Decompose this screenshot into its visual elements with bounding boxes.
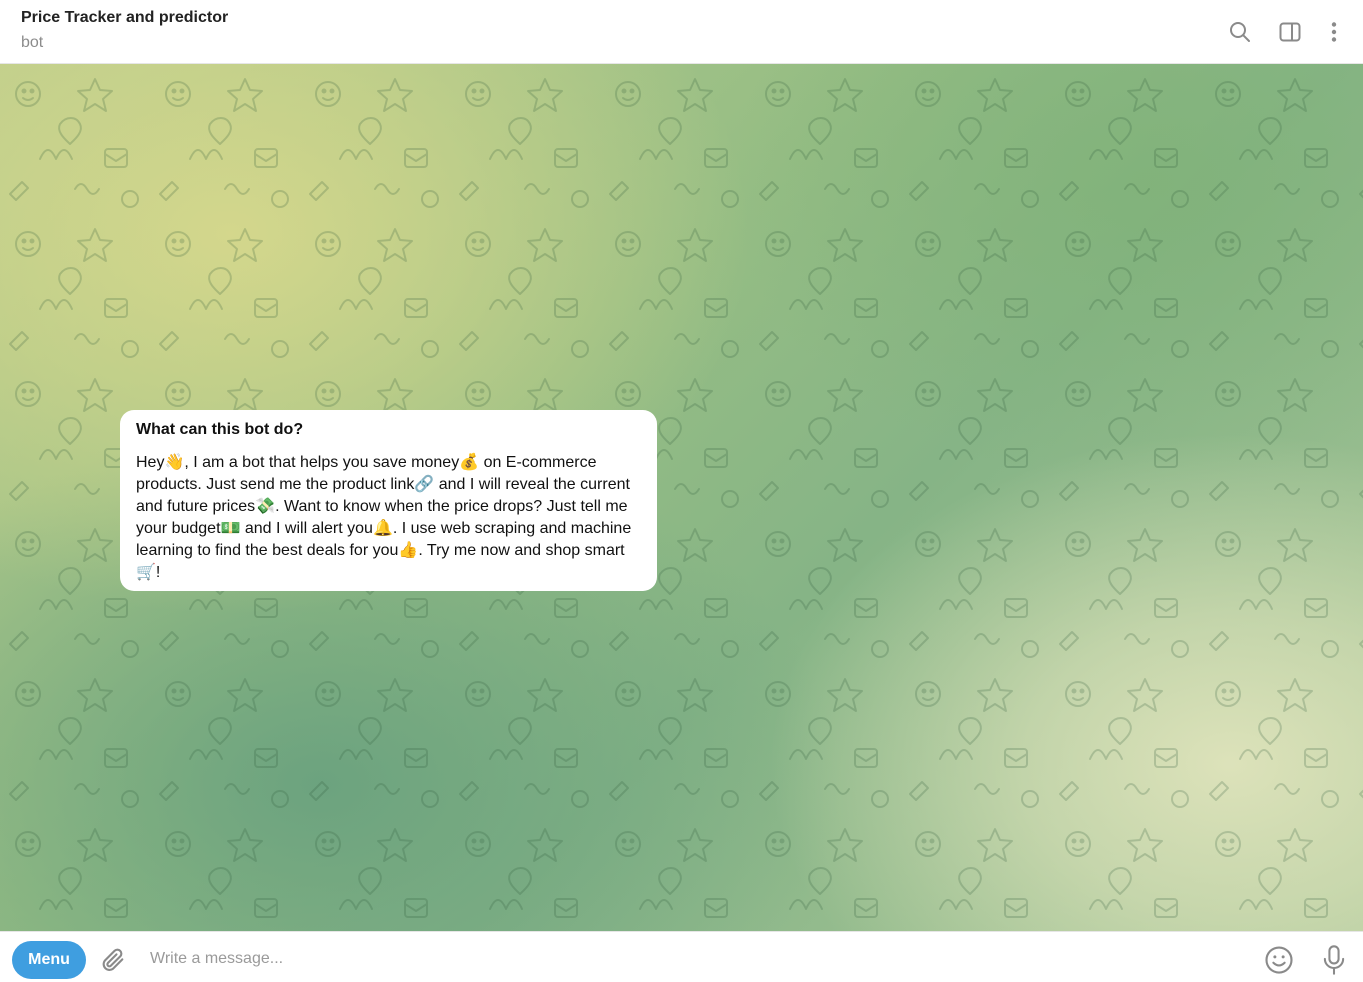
- search-icon[interactable]: [1226, 18, 1254, 46]
- bot-info-description: Hey👋, I am a bot that helps you save mon…: [136, 454, 632, 581]
- message-input[interactable]: [150, 944, 1230, 974]
- chat-title[interactable]: Price Tracker and predictor: [21, 9, 228, 27]
- menu-button[interactable]: Menu: [12, 941, 86, 979]
- sidebar-toggle-icon[interactable]: [1276, 18, 1304, 46]
- paperclip-icon[interactable]: [99, 945, 127, 975]
- bot-info-title: What can this bot do?: [136, 421, 304, 438]
- emoji-icon[interactable]: [1264, 945, 1294, 975]
- microphone-icon[interactable]: [1320, 944, 1348, 976]
- chat-subtitle: bot: [21, 34, 44, 51]
- telegram-chat-window: Price Tracker and predictor bot What can…: [0, 0, 1363, 982]
- chat-header: Price Tracker and predictor bot: [0, 0, 1363, 64]
- chat-background: What can this bot do? Hey👋, I am a bot t…: [0, 64, 1363, 931]
- bot-info-card: What can this bot do? Hey👋, I am a bot t…: [120, 410, 657, 591]
- more-vertical-icon[interactable]: [1320, 18, 1348, 46]
- message-composer: Menu: [0, 931, 1363, 982]
